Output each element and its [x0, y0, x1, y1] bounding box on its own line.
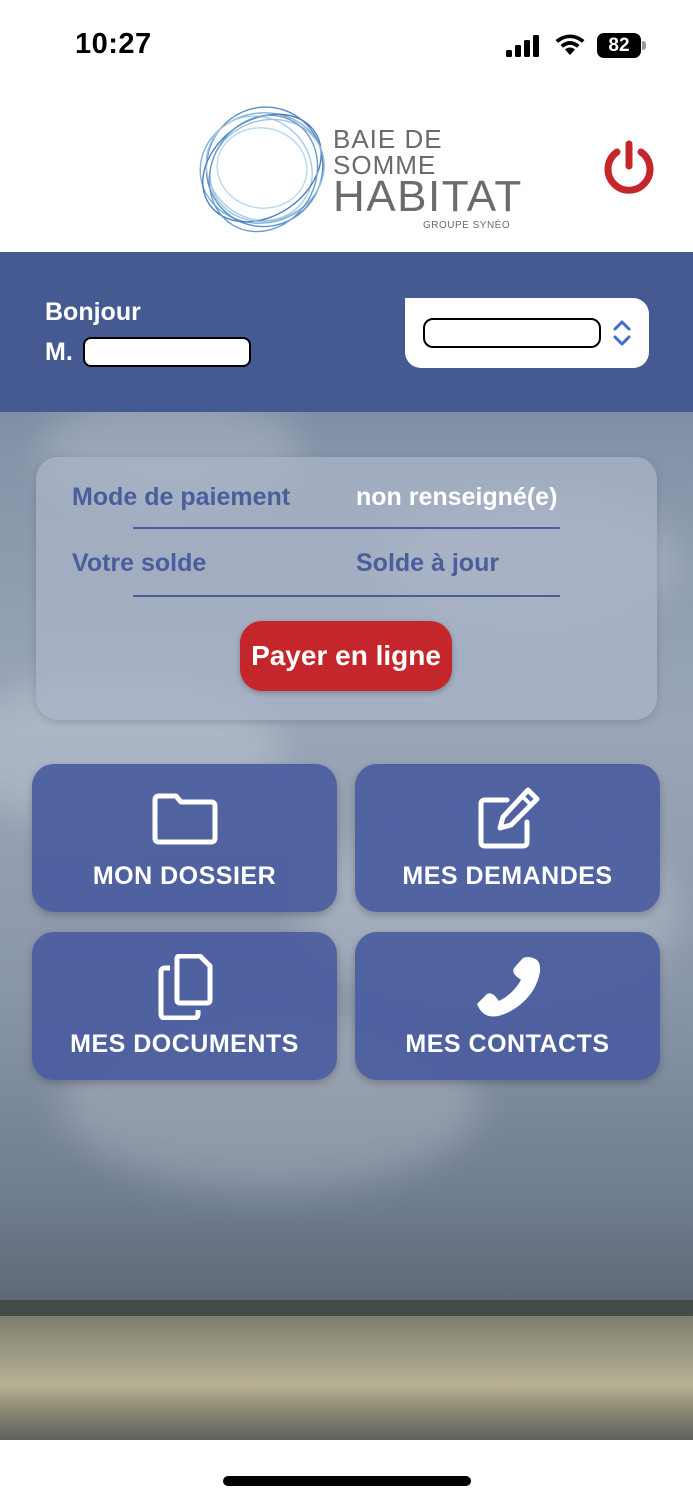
- power-icon[interactable]: [600, 138, 658, 196]
- home-indicator[interactable]: [223, 1476, 471, 1486]
- payment-card: Mode de paiement non renseigné(e) Votre …: [36, 457, 657, 720]
- battery-level: 82: [597, 33, 641, 58]
- logo-line-3: GROUPE SYNÉO: [423, 220, 511, 231]
- wifi-icon: [555, 34, 585, 55]
- logo-line-2: HABITAT: [333, 172, 523, 221]
- tile-label: MES DOCUMENTS: [70, 1030, 299, 1058]
- payment-mode-label: Mode de paiement: [72, 483, 291, 511]
- tile-mon-dossier[interactable]: MON DOSSIER: [32, 764, 337, 912]
- signal-icon: [506, 35, 539, 57]
- logo-text: BAIE DE SOMME HABITAT GROUPE SYNÉO: [333, 126, 523, 231]
- tile-mes-contacts[interactable]: MES CONTACTS: [355, 932, 660, 1080]
- greeting-bar: Bonjour M.: [0, 252, 693, 412]
- pay-online-button[interactable]: Payer en ligne: [240, 621, 452, 691]
- app-header: BAIE DE SOMME HABITAT GROUPE SYNÉO: [0, 90, 693, 252]
- battery-cap: [642, 41, 646, 50]
- tile-label: MES DEMANDES: [402, 862, 613, 890]
- status-bar: 10:27 82: [0, 0, 693, 90]
- redacted-account-value: [423, 318, 601, 348]
- divider: [133, 595, 560, 597]
- status-time: 10:27: [75, 28, 152, 60]
- home-bar-area: [0, 1440, 693, 1500]
- payment-mode-row: Mode de paiement non renseigné(e): [72, 483, 632, 523]
- account-select[interactable]: [405, 298, 649, 368]
- tile-mes-demandes[interactable]: MES DEMANDES: [355, 764, 660, 912]
- edit-icon: [478, 787, 539, 849]
- battery-icon: 82: [597, 33, 647, 58]
- chevron-up-down-icon: [613, 320, 631, 346]
- payment-mode-value: non renseigné(e): [356, 483, 558, 511]
- greeting-name-row: M.: [45, 336, 251, 368]
- documents-icon: [158, 954, 212, 1020]
- tile-mes-documents[interactable]: MES DOCUMENTS: [32, 932, 337, 1080]
- folder-icon: [152, 793, 217, 845]
- phone-icon: [476, 957, 540, 1017]
- balance-value: Solde à jour: [356, 549, 500, 577]
- greeting-title: M.: [45, 337, 73, 366]
- logo-line-1: BAIE DE SOMME: [333, 124, 443, 180]
- tile-label: MON DOSSIER: [92, 862, 277, 890]
- logo-circle-icon: [199, 106, 325, 233]
- balance-label: Votre solde: [72, 549, 207, 577]
- divider: [133, 527, 560, 529]
- greeting-hello: Bonjour: [45, 298, 141, 326]
- redacted-user-name: [82, 337, 251, 367]
- balance-row: Votre solde Solde à jour: [72, 549, 632, 589]
- tile-label: MES CONTACTS: [405, 1030, 610, 1058]
